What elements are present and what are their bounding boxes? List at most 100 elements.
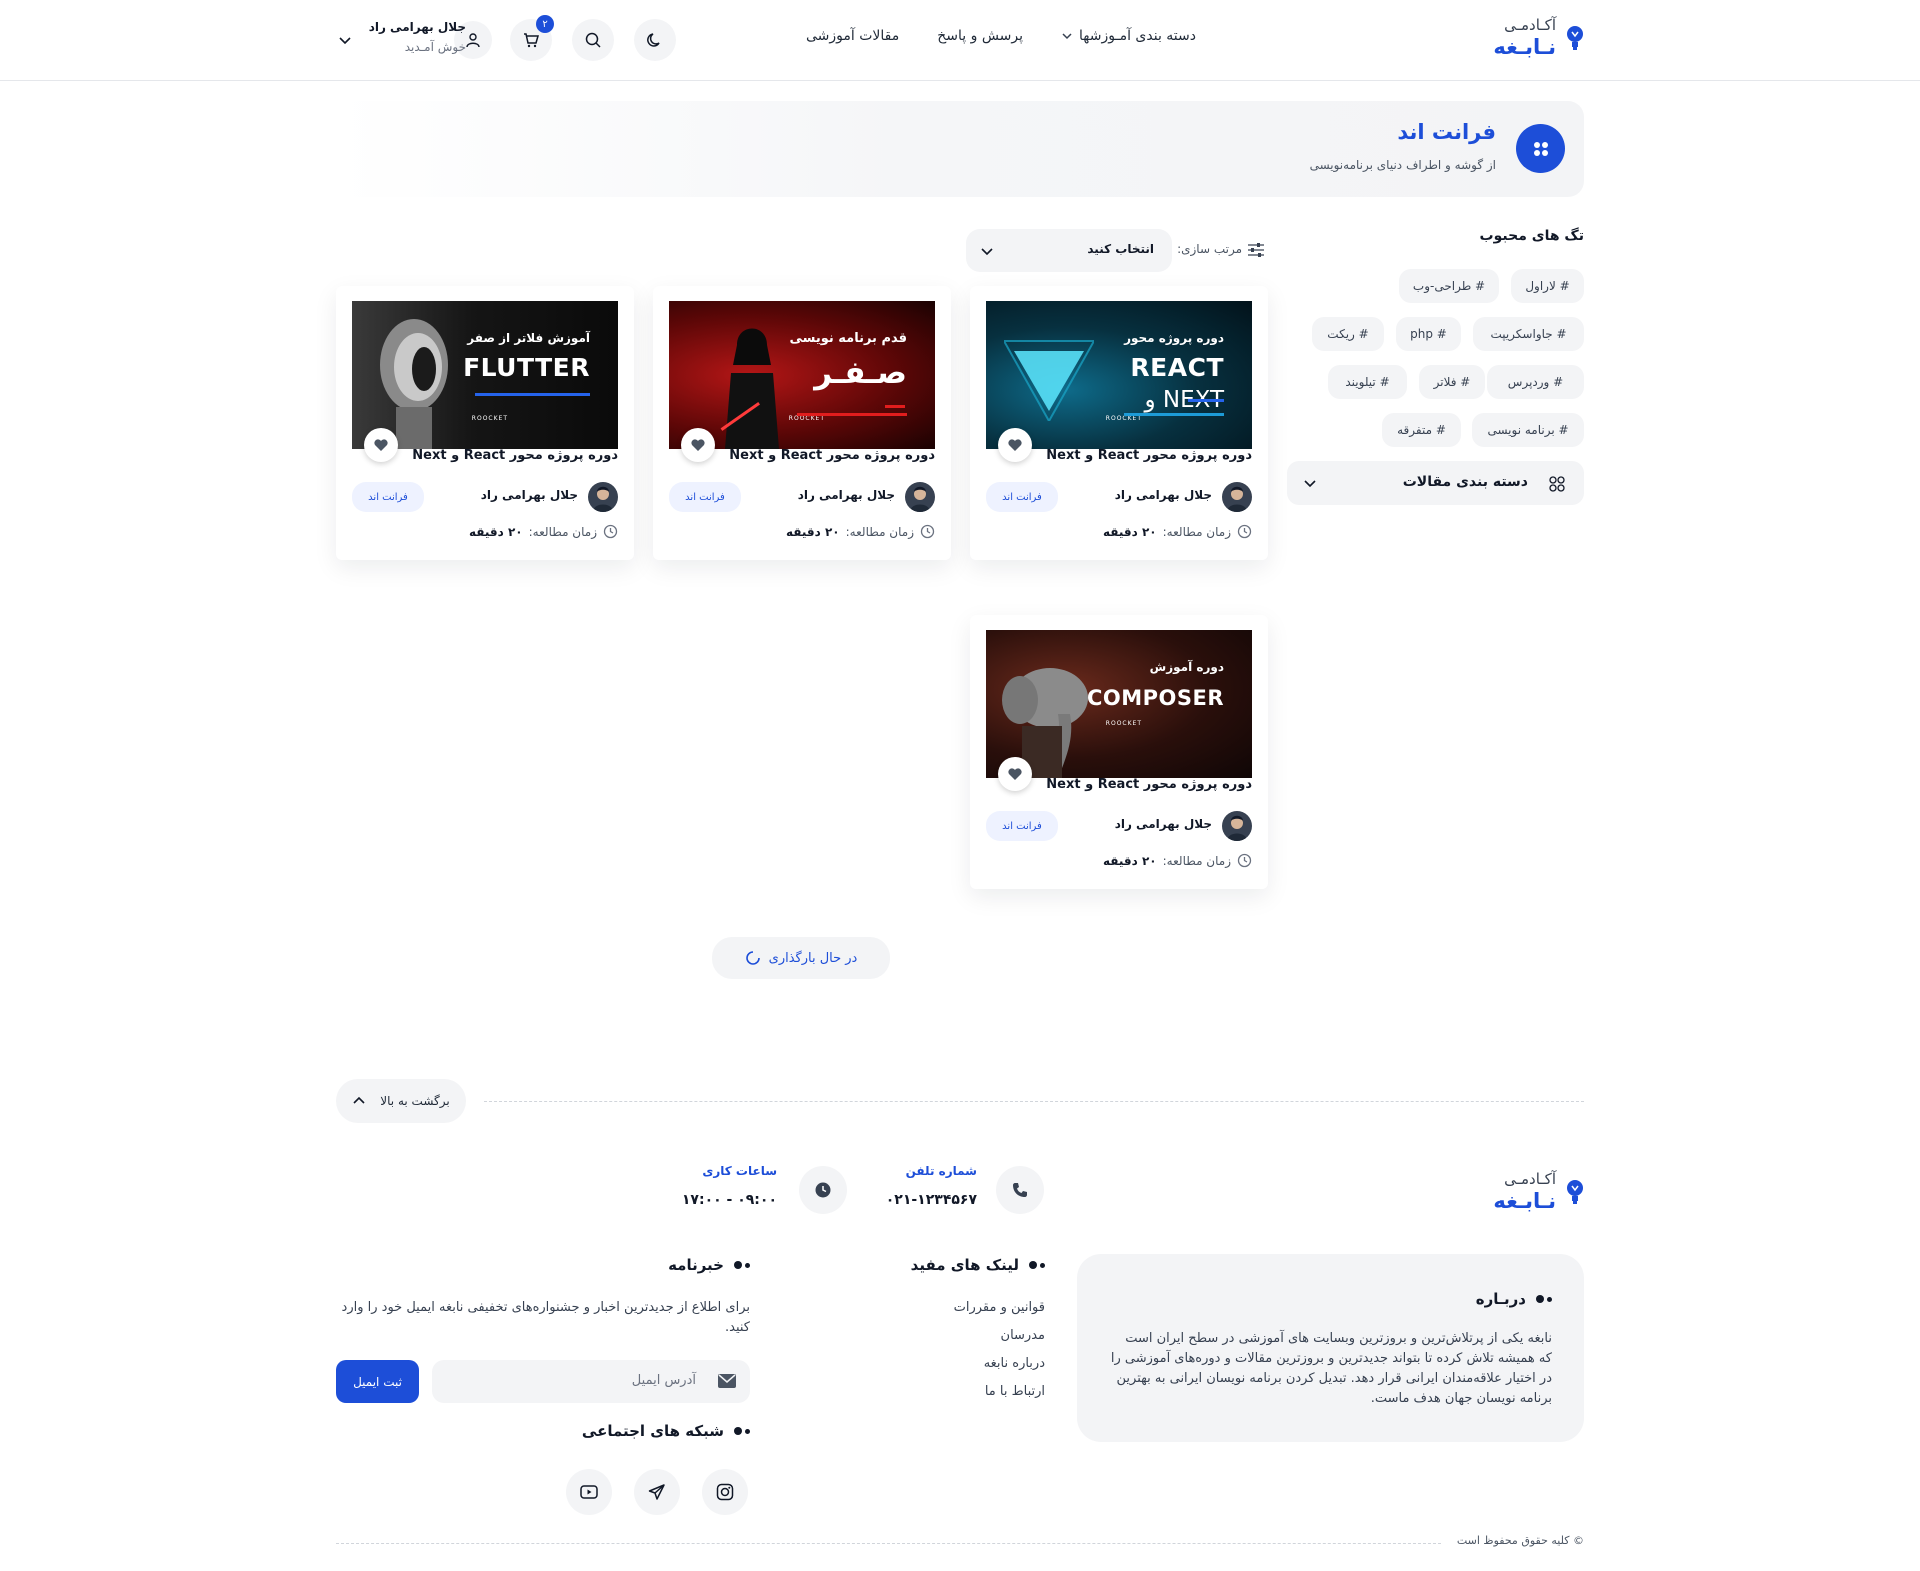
logo-line2: نـابـغه <box>1493 35 1556 59</box>
clock-icon <box>1237 853 1252 868</box>
tag-item[interactable]: # لاراول <box>1511 269 1584 303</box>
author-name[interactable]: جلال بهرامی راد <box>798 488 895 502</box>
youtube-button[interactable] <box>566 1469 612 1515</box>
thumb-caption: آموزش فلاتر از صفر <box>467 331 590 345</box>
article-thumbnail: دوره پروژه محور REACT NEXT و ROOCKET <box>986 301 1252 449</box>
article-title[interactable]: دوره پروژه محور React و Next <box>1046 448 1252 463</box>
tag-item[interactable]: # برنامه نویسی <box>1472 413 1584 447</box>
telegram-button[interactable] <box>634 1469 680 1515</box>
tag-item[interactable]: # جاواسکریپت <box>1473 317 1584 351</box>
about-title: دربـاره <box>1475 1290 1526 1308</box>
user-greeting: خوش آمـدید <box>404 40 466 54</box>
article-title[interactable]: دوره پروژه محور React و Next <box>412 448 618 463</box>
like-button[interactable] <box>364 428 398 462</box>
article-card[interactable]: قدم برنامه نویسی صـفـر ROOCKET دوره پروژ… <box>653 286 951 560</box>
thumb-heading: صـفـر <box>814 355 907 391</box>
thumb-brand: ROOCKET <box>1105 415 1142 422</box>
copyright-divider <box>336 1543 1441 1544</box>
phone-icon <box>1013 1183 1027 1197</box>
like-button[interactable] <box>998 428 1032 462</box>
author-name[interactable]: جلال بهرامی راد <box>1115 817 1212 831</box>
social-title: شبکه های اجتماعی <box>581 1422 724 1440</box>
popular-tags-title: تگ های محبوب <box>1479 228 1584 244</box>
hours-title: ساعات کاری <box>702 1164 777 1178</box>
nav-categories[interactable]: دسته بندی آمـوزشها <box>1061 28 1196 44</box>
filter-sliders-icon <box>1248 243 1264 257</box>
load-more-button[interactable]: در حال بارگذاری <box>712 937 890 979</box>
article-categories-dropdown[interactable]: دسته بندی مقالات <box>1287 461 1584 505</box>
tag-item[interactable]: # وردپرس <box>1487 365 1584 399</box>
footer-link-terms[interactable]: قوانین و مقررات <box>954 1300 1045 1328</box>
tag-item[interactable]: # متفرقه <box>1382 413 1461 447</box>
article-card[interactable]: دوره پروژه محور REACT NEXT و ROOCKET دور… <box>970 286 1268 560</box>
clock-icon <box>1237 524 1252 539</box>
tag-item[interactable]: # فلاتر <box>1419 365 1485 399</box>
instagram-button[interactable] <box>702 1469 748 1515</box>
reading-time-label: زمان مطالعه: <box>845 524 914 539</box>
category-badge[interactable]: فرانت اند <box>986 482 1058 512</box>
logo-line1: آکـادمـی <box>1504 1170 1556 1188</box>
heart-icon <box>1008 768 1022 780</box>
bullet-dots-icon <box>734 1261 750 1269</box>
cart-button[interactable]: ۲ <box>510 15 554 61</box>
reading-time: زمان مطالعه: ۲۰ دقیقه <box>1103 524 1252 539</box>
tag-item[interactable]: # ریکت <box>1312 317 1384 351</box>
user-menu-chevron-icon[interactable] <box>338 33 352 47</box>
lightbulb-icon <box>1567 26 1583 50</box>
back-to-top-button[interactable]: برگشت به بالا <box>336 1079 466 1123</box>
dark-mode-button[interactable] <box>634 19 676 61</box>
sort-select[interactable]: انتخاب کنید <box>966 229 1172 272</box>
clock-icon-badge <box>799 1166 847 1214</box>
telegram-icon <box>648 1484 665 1500</box>
glow-triangle-graphic <box>1004 340 1094 421</box>
nav-articles[interactable]: مقالات آموزشی <box>806 28 899 44</box>
phone-value[interactable]: ۰۲۱-۱۲۳۴۵۶۷ <box>886 1192 977 1208</box>
social-heading: شبکه های اجتماعی <box>582 1422 750 1440</box>
author-name[interactable]: جلال بهرامی راد <box>481 488 578 502</box>
footer-logo[interactable]: آکـادمـی نـابـغه <box>1493 1172 1584 1212</box>
reading-time-value: ۲۰ دقیقه <box>1102 524 1157 539</box>
chevron-down-icon <box>981 248 993 256</box>
author-avatar <box>1222 811 1252 841</box>
footer-link-teachers[interactable]: مدرسان <box>954 1328 1045 1356</box>
article-title[interactable]: دوره پروژه محور React و Next <box>1046 777 1252 792</box>
tag-item[interactable]: # طراحی-وب <box>1399 269 1499 303</box>
email-input[interactable]: آدرس ایمیل <box>432 1360 750 1403</box>
hours-value: ۰۹:۰۰ - ۱۷:۰۰ <box>681 1192 777 1208</box>
reading-time: زمان مطالعه: ۲۰ دقیقه <box>469 524 618 539</box>
footer-link-contact[interactable]: ارتباط با ما <box>954 1384 1045 1412</box>
reading-time-value: ۲۰ دقیقه <box>785 524 840 539</box>
user-name: جلال بهرامی راد <box>368 20 466 34</box>
newsletter-title: خبرنامه <box>668 1256 724 1274</box>
search-icon <box>585 32 601 48</box>
reading-time-value: ۲۰ دقیقه <box>1102 853 1157 868</box>
article-title[interactable]: دوره پروژه محور React و Next <box>729 448 935 463</box>
youtube-icon <box>580 1485 598 1499</box>
category-badge[interactable]: فرانت اند <box>669 482 741 512</box>
article-card[interactable]: آموزش فلاتر از صفر FLUTTER ROOCKET دوره … <box>336 286 634 560</box>
tag-item[interactable]: # php <box>1396 317 1461 351</box>
nav-qa[interactable]: پرسش و پاسخ <box>937 28 1023 44</box>
article-card[interactable]: دوره آموزش COMPOSER ROOCKET دوره پروژه م… <box>970 615 1268 889</box>
clock-icon <box>603 524 618 539</box>
category-badge[interactable]: فرانت اند <box>986 811 1058 841</box>
search-button[interactable] <box>572 19 614 61</box>
heart-icon <box>374 439 388 451</box>
category-badge[interactable]: فرانت اند <box>352 482 424 512</box>
like-button[interactable] <box>998 757 1032 791</box>
categories-icon <box>1549 476 1565 492</box>
thumb-heading: COMPOSER <box>1086 686 1224 710</box>
moon-icon <box>647 33 660 47</box>
author-name[interactable]: جلال بهرامی راد <box>1115 488 1212 502</box>
footer-link-about[interactable]: درباره نابغه <box>954 1356 1045 1384</box>
useful-links: قوانین و مقررات مدرسان درباره نابغه ارتب… <box>954 1300 1045 1412</box>
logo[interactable]: آکـادمـی نـابـغه <box>1493 18 1584 58</box>
reading-time-label: زمان مطالعه: <box>1162 524 1231 539</box>
load-more-label: در حال بارگذاری <box>768 950 858 966</box>
tag-item[interactable]: # تیلویند <box>1328 365 1407 399</box>
thumb-accent-bar <box>475 393 590 396</box>
like-button[interactable] <box>681 428 715 462</box>
page-subtitle: از گوشه و اطراف دنیای برنامه‌نویسی <box>1309 158 1496 172</box>
submit-email-button[interactable]: ثبت ایمیل <box>336 1360 419 1403</box>
phone-icon-badge <box>996 1166 1044 1214</box>
